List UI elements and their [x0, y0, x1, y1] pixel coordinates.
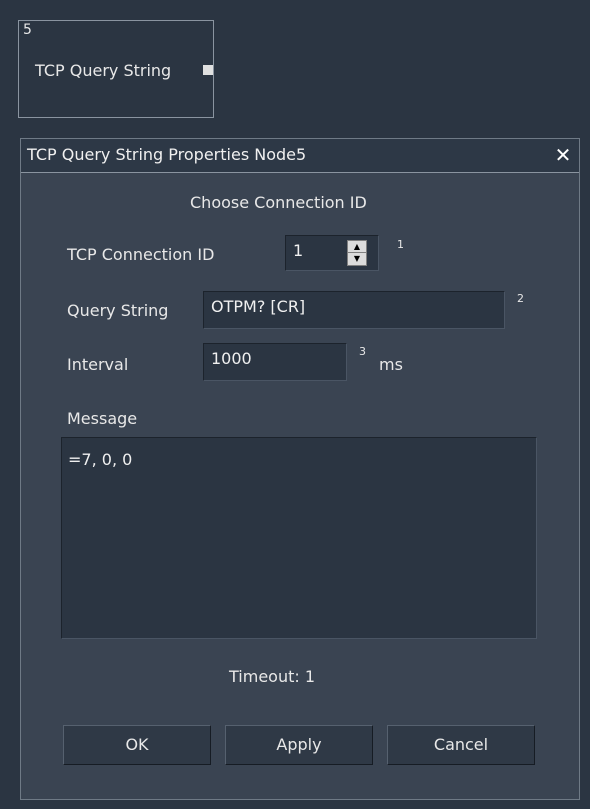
apply-button[interactable]: Apply: [225, 725, 373, 765]
node-output-port[interactable]: [203, 65, 213, 75]
interval-input[interactable]: 1000: [203, 343, 347, 381]
dialog-title: TCP Query String Properties Node5: [27, 145, 307, 164]
cancel-button[interactable]: Cancel: [387, 725, 535, 765]
interval-value: 1000: [211, 349, 252, 368]
query-string-input[interactable]: OTPM? [CR]: [203, 291, 505, 329]
query-string-label: Query String: [67, 301, 169, 320]
query-string-marker: 2: [517, 292, 524, 305]
spin-up-icon[interactable]: ▲: [348, 241, 366, 253]
connection-id-stepper[interactable]: ▲ ▼: [347, 240, 367, 266]
interval-unit: ms: [379, 355, 403, 374]
connection-id-value: 1: [293, 241, 304, 260]
message-value: =7, 0, 0: [68, 450, 133, 469]
node-number: 5: [23, 22, 32, 38]
node-label: TCP Query String: [35, 61, 172, 80]
connection-heading: Choose Connection ID: [190, 193, 367, 212]
interval-label: Interval: [67, 355, 129, 374]
interval-marker: 3: [359, 345, 366, 358]
node-5[interactable]: 5 TCP Query String: [18, 20, 214, 118]
connection-id-label: TCP Connection ID: [67, 245, 215, 264]
dialog-titlebar[interactable]: TCP Query String Properties Node5 ✕: [21, 139, 579, 173]
ok-button[interactable]: OK: [63, 725, 211, 765]
message-label: Message: [67, 409, 138, 428]
close-icon[interactable]: ✕: [551, 143, 575, 167]
timeout-text: Timeout: 1: [229, 667, 316, 686]
spin-down-icon[interactable]: ▼: [348, 253, 366, 265]
properties-dialog: TCP Query String Properties Node5 ✕ Choo…: [20, 138, 580, 800]
message-textarea[interactable]: =7, 0, 0: [61, 437, 537, 639]
connection-id-marker: 1: [397, 238, 404, 251]
query-string-value: OTPM? [CR]: [211, 297, 306, 316]
